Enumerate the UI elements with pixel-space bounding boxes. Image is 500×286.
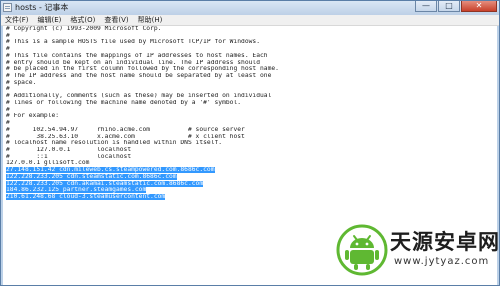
line-text: # 127.0.0.1 localhost — [6, 146, 132, 153]
editor-line[interactable]: # 38.25.63.10 x.acme.com # x client host — [6, 134, 497, 141]
selected-text: 122.228.233.205 cdn.steamstatic.com.8686… — [6, 173, 177, 180]
notepad-icon — [3, 3, 12, 12]
editor-line[interactable]: # ::1 localhost — [6, 154, 497, 161]
line-text: # The IP address and the host name shoul… — [6, 73, 272, 80]
editor-line[interactable]: # localhost name resolution is handled w… — [6, 140, 497, 147]
editor-line[interactable]: # 127.0.0.1 localhost — [6, 147, 497, 154]
editor-line[interactable]: 122.228.233.205 cdn.akamai.steamstatic.c… — [6, 180, 497, 188]
minimize-button[interactable]: — — [415, 1, 437, 12]
editor-line[interactable]: # Copyright (c) 1993-2009 Microsoft Corp… — [6, 26, 497, 33]
line-text: # space. — [6, 79, 37, 86]
window-controls: — □ ✕ — [415, 1, 497, 13]
selected-text: 122.228.233.205 cdn.akamai.steamstatic.c… — [6, 180, 204, 187]
menu-format[interactable]: 格式(O) — [66, 15, 100, 25]
menu-help[interactable]: 帮助(H) — [134, 15, 168, 25]
window-title: hosts - 记事本 — [15, 3, 69, 12]
editor-line[interactable]: 127.0.0.1 gllisoft.com — [6, 160, 497, 167]
watermark-site-url: www.jytyaz.com — [394, 256, 490, 267]
title-bar[interactable]: hosts - 记事本 — □ ✕ — [1, 1, 499, 15]
menu-file[interactable]: 文件(F) — [1, 15, 34, 25]
line-text: # 102.54.94.97 rhino.acme.com # source s… — [6, 126, 245, 133]
editor-line[interactable]: # 102.54.94.97 rhino.acme.com # source s… — [6, 127, 497, 134]
close-button[interactable]: ✕ — [461, 1, 497, 12]
editor-line[interactable]: # — [6, 33, 497, 40]
line-text: # lines or following the machine name de… — [6, 99, 242, 106]
editor-line[interactable]: # This is a sample HOSTS file used by Mi… — [6, 39, 497, 46]
editor-line[interactable]: # This file contains the mappings of IP … — [6, 53, 497, 60]
editor-line[interactable]: # For example: — [6, 113, 497, 120]
editor-line[interactable]: # Additionally, comments (such as these)… — [6, 93, 497, 100]
editor-line[interactable]: # lines or following the machine name de… — [6, 100, 497, 107]
line-text: # This is a sample HOSTS file used by Mi… — [6, 39, 261, 46]
site-watermark: 天源安卓网 www.jytyaz.com — [336, 218, 499, 280]
editor-lines[interactable]: # Copyright (c) 1993-2009 Microsoft Corp… — [6, 26, 497, 207]
editor-line[interactable]: 184.86.232.125 partner.steamgames.com — [6, 187, 497, 194]
editor-line[interactable]: 210.61.248.68 cloud-3.steamusercontent.c… — [6, 193, 497, 201]
line-text: # entry should be kept on an individual … — [6, 59, 261, 66]
watermark-site-name: 天源安卓网 — [390, 230, 500, 254]
line-text: # localhost name resolution is handled w… — [6, 140, 223, 147]
editor-line[interactable]: 122.228.233.205 cdn.steamstatic.com.8686… — [6, 173, 497, 181]
menu-edit[interactable]: 编辑(E) — [34, 15, 67, 25]
android-robot-icon — [336, 224, 388, 276]
line-text: # — [6, 86, 10, 93]
line-text: 127.0.0.1 gllisoft.com — [6, 160, 90, 167]
line-text: # Additionally, comments (such as these)… — [6, 93, 272, 100]
line-text: # — [6, 32, 10, 39]
line-text: # be placed in the first column followed… — [6, 66, 279, 73]
line-text: # — [6, 120, 10, 127]
editor-line[interactable]: # — [6, 120, 497, 127]
line-text: # This file contains the mappings of IP … — [6, 52, 268, 59]
line-text: # ::1 localhost — [6, 153, 132, 160]
line-text: # Copyright (c) 1993-2009 Microsoft Corp… — [6, 26, 162, 32]
line-text: # For example: — [6, 113, 60, 120]
editor-line[interactable]: # — [6, 46, 497, 53]
line-text: # — [6, 46, 10, 53]
editor-line[interactable]: # space. — [6, 80, 497, 87]
editor-line[interactable]: 27.148.151.42 cdn.mileweb.cs.steampowere… — [6, 167, 497, 174]
menu-bar: 文件(F) 编辑(E) 格式(O) 查看(V) 帮助(H) — [1, 15, 499, 26]
maximize-button[interactable]: □ — [438, 1, 460, 12]
editor-line[interactable]: # The IP address and the host name shoul… — [6, 73, 497, 80]
selected-text: 27.148.151.42 cdn.mileweb.cs.steampowere… — [6, 167, 215, 174]
editor-line[interactable]: # — [6, 107, 497, 114]
editor-line[interactable]: # entry should be kept on an individual … — [6, 60, 497, 67]
editor-line[interactable]: # be placed in the first column followed… — [6, 66, 497, 73]
line-text: # 38.25.63.10 x.acme.com # x client host — [6, 133, 245, 140]
selected-text: 184.86.232.125 partner.steamgames.com — [6, 187, 147, 194]
line-text: # — [6, 106, 10, 113]
editor-line[interactable]: # — [6, 86, 497, 93]
selected-text: 210.61.248.68 cloud-3.steamusercontent.c… — [6, 193, 166, 200]
editor-line[interactable] — [6, 201, 497, 208]
menu-view[interactable]: 查看(V) — [100, 15, 133, 25]
